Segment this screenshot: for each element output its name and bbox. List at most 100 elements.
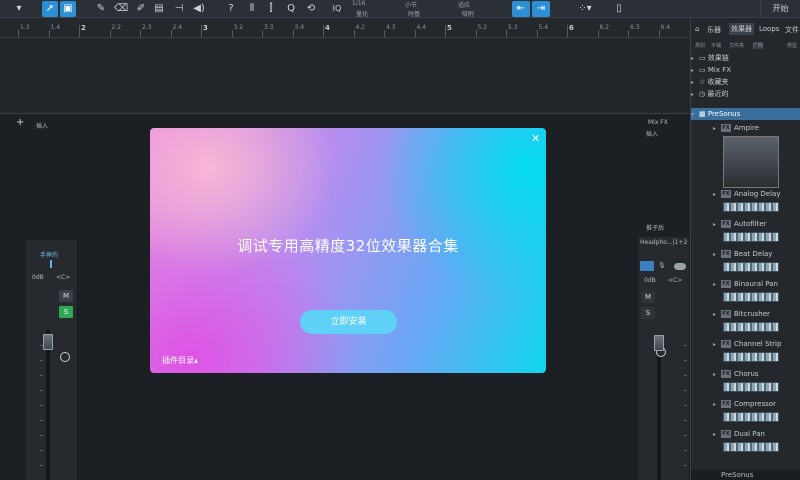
plugin-item[interactable]: ▸ FX Binaural Pan bbox=[691, 278, 800, 290]
snap-right-icon[interactable]: ⇥ bbox=[532, 1, 550, 17]
grid-settings-icon[interactable]: ⁘▾ bbox=[574, 1, 596, 17]
listen-tool-icon[interactable]: ◀) bbox=[192, 1, 206, 17]
plugin-directory-link[interactable]: 插件目录▴ bbox=[162, 355, 198, 366]
folder-icon: ▭ bbox=[699, 66, 708, 74]
mute-tool-icon[interactable]: ⫿ bbox=[264, 1, 278, 17]
plugin-label: Beat Delay bbox=[734, 250, 773, 258]
subtab-folder[interactable]: 文件夹 bbox=[729, 42, 744, 49]
eraser-tool-icon[interactable]: ⌫ bbox=[114, 1, 128, 17]
plugin-item[interactable]: ▸ FX Autofilter bbox=[691, 218, 800, 230]
plugin-item[interactable]: ▸ FX Analog Delay bbox=[691, 188, 800, 200]
monitor-icon[interactable] bbox=[60, 352, 70, 362]
add-insert-icon[interactable]: + bbox=[16, 117, 24, 128]
menu-dropdown-button[interactable]: ▾ bbox=[4, 1, 34, 17]
quantize-value[interactable]: 1/16 bbox=[352, 0, 365, 7]
ruler-tick bbox=[384, 30, 385, 37]
plugin-item[interactable]: ▸ FX Channel Strip bbox=[691, 338, 800, 350]
fader-scale-mark bbox=[684, 360, 687, 361]
main-mute-button[interactable]: M bbox=[641, 291, 655, 303]
toggle-icon[interactable] bbox=[674, 263, 686, 270]
close-icon[interactable]: ✕ bbox=[531, 132, 540, 145]
folder-fx-chains[interactable]: ▸ ▭ 效果链 bbox=[691, 52, 800, 64]
ruler-label: 2.2 bbox=[111, 24, 122, 31]
film-icon[interactable]: ▯ bbox=[612, 1, 626, 17]
volume-fader-main[interactable] bbox=[654, 335, 664, 351]
start-page-button[interactable]: 开始 bbox=[760, 0, 800, 18]
bend-tool-icon[interactable]: ⊣ bbox=[172, 1, 186, 17]
paint-tool-icon[interactable]: ✐ bbox=[134, 1, 148, 17]
subtab-vendor[interactable]: 厂商 bbox=[753, 42, 764, 49]
tab-instruments[interactable]: 乐器 bbox=[707, 25, 721, 35]
mute-button[interactable]: M bbox=[59, 290, 73, 302]
split-tool-icon[interactable]: ▤ bbox=[152, 1, 166, 17]
volume-db-left[interactable]: 0dB bbox=[32, 274, 44, 281]
volume-fader-left[interactable] bbox=[43, 334, 53, 350]
ruler-label: 2.3 bbox=[142, 24, 152, 31]
plugin-preview-thumbnail[interactable] bbox=[723, 442, 779, 452]
solo-button[interactable]: S bbox=[59, 306, 73, 318]
vendor-presonus[interactable]: ▾ ▦ PreSonus bbox=[691, 108, 800, 120]
plugin-preview-thumbnail[interactable] bbox=[723, 412, 779, 422]
fx-icon: FX bbox=[721, 124, 731, 132]
main-solo-button[interactable]: S bbox=[641, 307, 655, 319]
plugin-preview-thumbnail[interactable] bbox=[723, 322, 779, 332]
snap-left-icon[interactable]: ⇤ bbox=[512, 1, 530, 17]
fx-icon: FX bbox=[721, 370, 731, 378]
tab-effects[interactable]: 效果器 bbox=[729, 23, 754, 35]
plugin-item[interactable]: ▸ FX Ampire bbox=[691, 122, 800, 134]
plugin-item[interactable]: ▸ FX Chorus bbox=[691, 368, 800, 380]
plugin-label: Channel Strip bbox=[734, 340, 782, 348]
subtab-type[interactable]: 类型 bbox=[787, 42, 797, 49]
plugin-preview-thumbnail[interactable] bbox=[723, 352, 779, 362]
folder-label: 收藏夹 bbox=[707, 78, 729, 86]
home-icon[interactable]: ⌂ bbox=[695, 25, 699, 33]
plugin-preview-thumbnail[interactable] bbox=[723, 382, 779, 392]
range-tool-icon[interactable]: ▣ bbox=[60, 1, 76, 17]
subtab-flat[interactable]: 平铺 bbox=[711, 42, 721, 49]
pan-right[interactable]: <C> bbox=[668, 277, 682, 284]
loop-tool-icon[interactable]: ⟲ bbox=[304, 1, 318, 17]
ruler-tick bbox=[109, 30, 111, 37]
snap-value[interactable]: 适应 bbox=[458, 0, 470, 9]
fx-icon: FX bbox=[721, 400, 731, 408]
folder-favorites[interactable]: ▸ ☆ 收藏夹 bbox=[691, 76, 800, 88]
ruler-label: 4.3 bbox=[386, 24, 396, 31]
output-name[interactable]: Headpho...|1+2 bbox=[640, 239, 687, 246]
folder-mix-fx[interactable]: ▸ ▭ Mix FX bbox=[691, 64, 800, 76]
mic-icon[interactable]: 🎙 bbox=[658, 262, 666, 269]
mono-button[interactable] bbox=[640, 261, 654, 271]
plugin-item[interactable]: ▸ FX Dual Pan bbox=[691, 428, 800, 440]
zoom-tool-icon[interactable]: Q bbox=[284, 1, 298, 17]
ruler-tick bbox=[567, 25, 568, 37]
pencil-tool-icon[interactable]: ✎ bbox=[94, 1, 108, 17]
ruler-label: 3.2 bbox=[233, 24, 244, 31]
arrow-tool-icon[interactable]: ➚ bbox=[42, 1, 58, 17]
audio-bend-icon[interactable]: ⫴ bbox=[244, 1, 260, 17]
timebase-value[interactable]: 小节 bbox=[405, 0, 417, 9]
plugin-preview-thumbnail[interactable] bbox=[723, 202, 779, 212]
help-icon[interactable]: ? bbox=[224, 1, 238, 17]
fader-scale-mark bbox=[40, 420, 43, 421]
plugin-item[interactable]: ▸ FX Compressor bbox=[691, 398, 800, 410]
channel-name[interactable]: 手摔的 bbox=[40, 250, 58, 259]
fader-scale-mark bbox=[40, 405, 43, 406]
install-dialog: ✕ 调试专用高精度32位效果器合集 立即安装 插件目录▴ bbox=[150, 128, 546, 373]
vendor-label: PreSonus bbox=[707, 110, 741, 118]
volume-db-right[interactable]: 0dB bbox=[644, 277, 656, 284]
plugin-preview-thumbnail[interactable] bbox=[723, 232, 779, 242]
plugin-preview-thumbnail[interactable] bbox=[723, 292, 779, 302]
subtab-category[interactable]: 类别 bbox=[695, 42, 705, 49]
fader-track-main bbox=[657, 357, 661, 480]
plugin-preview-thumbnail[interactable] bbox=[723, 136, 779, 188]
folder-recent[interactable]: ▸ ◷ 最近的 bbox=[691, 88, 800, 100]
pan-left[interactable]: <C> bbox=[56, 274, 70, 281]
plugin-item[interactable]: ▸ FX Bitcrusher bbox=[691, 308, 800, 320]
iq-button[interactable]: IQ bbox=[330, 1, 344, 17]
plugin-item[interactable]: ▸ FX Beat Delay bbox=[691, 248, 800, 260]
timeline-ruler[interactable]: 1.3 1.4 2 2.2 2.3 2.4 3 3.2 3.3 3.4 4 4.2 4.3 4.4 5 5.2… bbox=[0, 18, 690, 38]
install-now-button[interactable]: 立即安装 bbox=[300, 310, 397, 334]
arrange-track-area[interactable] bbox=[0, 38, 690, 147]
plugin-preview-thumbnail[interactable] bbox=[723, 262, 779, 272]
tab-loops[interactable]: Loops bbox=[759, 25, 779, 33]
tab-files[interactable]: 文件 bbox=[785, 25, 799, 35]
